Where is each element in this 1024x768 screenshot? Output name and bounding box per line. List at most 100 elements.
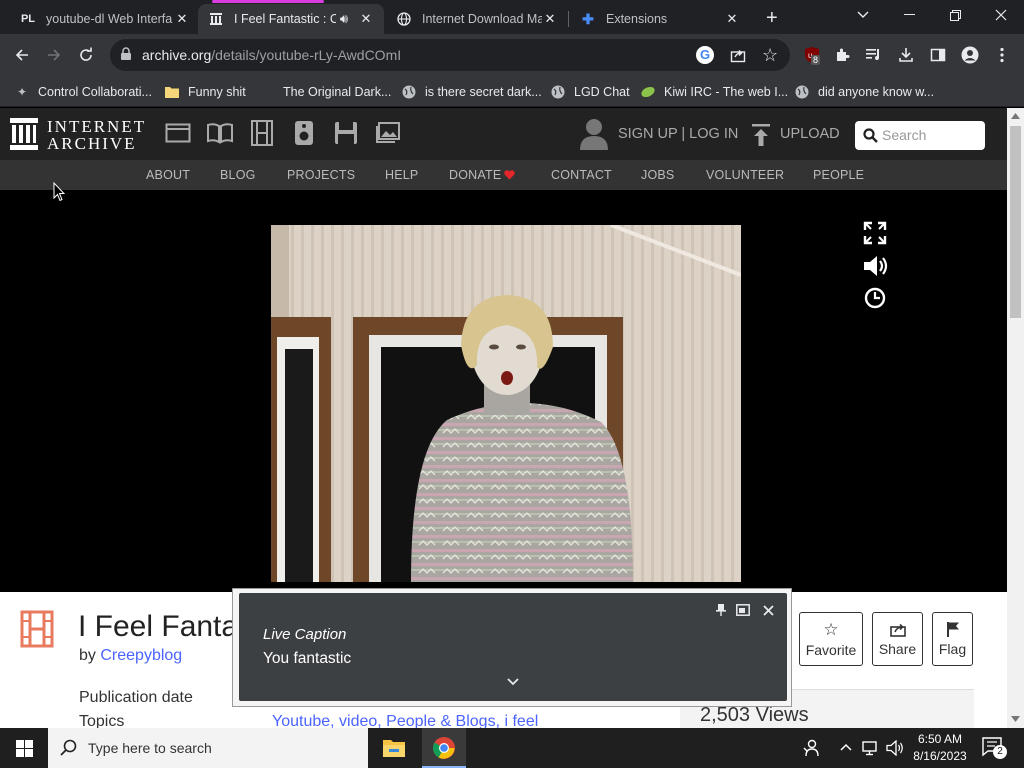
bookmark-label: is there secret dark... xyxy=(425,85,542,99)
reload-icon[interactable] xyxy=(74,43,98,67)
forward-icon[interactable] xyxy=(42,43,66,67)
pl-favicon-icon: PL xyxy=(20,13,36,25)
window-close-icon[interactable] xyxy=(978,0,1024,30)
media-controls-icon[interactable] xyxy=(862,43,886,67)
mouse-cursor-icon xyxy=(53,182,65,202)
speaker-icon[interactable]: 🔊︎ xyxy=(336,11,352,27)
download-icon[interactable] xyxy=(894,43,918,67)
clock-icon[interactable] xyxy=(864,287,886,309)
taskbar-search-input[interactable]: Type here to search xyxy=(88,740,212,756)
system-clock[interactable]: 6:50 AM 8/16/2023 xyxy=(910,731,970,765)
bookmark-label: Funny shit xyxy=(188,85,246,99)
search-icon xyxy=(60,739,77,756)
nav-people[interactable]: PEOPLE xyxy=(813,168,864,182)
share-button[interactable]: Share xyxy=(872,612,923,666)
nav-volunteer[interactable]: VOLUNTEER xyxy=(706,168,784,182)
tab-youtube-dl[interactable]: PL youtube-dl Web Interfa ✕ xyxy=(10,4,200,34)
video-player[interactable] xyxy=(0,190,1007,592)
nav-projects[interactable]: PROJECTS xyxy=(287,168,355,182)
search-icon xyxy=(863,128,878,143)
menu-kebab-icon[interactable] xyxy=(990,43,1014,67)
tab-i-feel-fantastic[interactable]: I Feel Fantastic : Cr 🔊︎ ✕ xyxy=(198,4,384,34)
bookmark-secret-dark[interactable]: is there secret dark... xyxy=(401,82,542,102)
nav-contact[interactable]: CONTACT xyxy=(551,168,612,182)
signup-login-link[interactable]: SIGN UP | LOG IN xyxy=(618,126,738,142)
tab-search-chevron-icon[interactable] xyxy=(840,0,886,30)
page-scrollbar[interactable] xyxy=(1007,108,1024,728)
live-caption-panel[interactable]: Live Caption You fantastic xyxy=(239,593,787,701)
pin-icon[interactable] xyxy=(716,603,726,617)
images-icon[interactable] xyxy=(375,120,401,146)
texts-book-icon[interactable] xyxy=(207,120,233,146)
new-tab-icon[interactable]: + xyxy=(766,7,778,30)
audio-speaker-icon[interactable] xyxy=(291,120,317,146)
windows-start-icon[interactable] xyxy=(16,740,33,757)
bookmark-label: LGD Chat xyxy=(574,85,630,99)
back-icon[interactable] xyxy=(10,43,34,67)
nav-about[interactable]: ABOUT xyxy=(146,168,190,182)
bookmark-funny-shit[interactable]: Funny shit xyxy=(164,82,246,102)
author-link[interactable]: Creepyblog xyxy=(100,647,182,664)
file-explorer-icon[interactable] xyxy=(383,738,405,758)
people-icon[interactable] xyxy=(803,739,819,757)
tab-title: Internet Download Ma xyxy=(422,12,542,26)
profile-avatar-icon[interactable] xyxy=(958,43,982,67)
share-page-icon[interactable] xyxy=(730,47,746,68)
video-film-icon[interactable] xyxy=(249,120,275,146)
bookmark-control-collaboration[interactable]: ✦ Control Collaborati... xyxy=(14,82,152,102)
scroll-thumb[interactable] xyxy=(1010,126,1021,318)
nav-blog[interactable]: BLOG xyxy=(220,168,256,182)
close-icon[interactable]: ✕ xyxy=(724,11,740,27)
ublock-icon[interactable]: u 8 xyxy=(800,43,824,67)
url-host: archive.org xyxy=(142,47,212,63)
bookmark-original-dark[interactable]: The Original Dark... xyxy=(283,82,391,102)
ia-search-box[interactable]: Search xyxy=(855,121,985,150)
flag-button[interactable]: Flag xyxy=(932,612,973,666)
lock-icon[interactable] xyxy=(120,47,132,66)
nav-jobs[interactable]: JOBS xyxy=(641,168,674,182)
tab-internet-download-manager[interactable]: Internet Download Ma ✕ xyxy=(386,4,568,34)
ia-search-input[interactable]: Search xyxy=(882,127,926,143)
taskbar-search-box[interactable]: Type here to search xyxy=(48,728,368,768)
fullscreen-icon[interactable] xyxy=(863,221,887,245)
speaker-icon[interactable] xyxy=(886,740,904,756)
bookmark-lgd-chat[interactable]: LGD Chat xyxy=(550,82,630,102)
close-icon[interactable]: ✕ xyxy=(358,11,374,27)
user-avatar-icon[interactable] xyxy=(580,118,608,150)
extensions-puzzle-icon[interactable] xyxy=(830,43,854,67)
bookmark-kiwi-irc[interactable]: Kiwi IRC - The web I... xyxy=(640,82,788,102)
ia-header: INTERNET ARCHIVE SIGN UP | LOG IN UPLOAD… xyxy=(0,108,1007,160)
side-panel-icon[interactable] xyxy=(926,43,950,67)
bookmark-label: Control Collaborati... xyxy=(38,85,152,99)
nav-donate[interactable]: DONATE xyxy=(449,168,501,182)
upload-link[interactable]: UPLOAD xyxy=(780,126,840,142)
web-icon[interactable] xyxy=(165,120,191,146)
video-frame[interactable] xyxy=(271,225,741,582)
close-icon[interactable]: ✕ xyxy=(174,11,190,27)
address-bar[interactable]: archive.org/details/youtube-rLy-AwdCOmI … xyxy=(110,39,790,71)
favorite-button[interactable]: ☆ Favorite xyxy=(799,612,863,666)
close-icon[interactable]: ✕ xyxy=(542,11,558,27)
nav-help[interactable]: HELP xyxy=(385,168,418,182)
expand-window-icon[interactable] xyxy=(736,604,750,616)
url-text: archive.org/details/youtube-rLy-AwdCOmI xyxy=(142,47,401,63)
scroll-down-icon[interactable] xyxy=(1011,716,1020,722)
upload-icon[interactable] xyxy=(751,124,771,146)
tab-extensions[interactable]: ✚ Extensions ✕ xyxy=(570,4,750,34)
volume-icon[interactable] xyxy=(862,254,890,278)
minimize-icon[interactable] xyxy=(886,0,932,30)
network-icon[interactable] xyxy=(862,740,880,756)
chevron-up-icon[interactable] xyxy=(840,743,852,751)
bookmark-star-icon[interactable]: ☆ xyxy=(762,45,778,66)
google-lens-icon[interactable]: G xyxy=(696,46,714,64)
bookmark-did-anyone-know[interactable]: did anyone know w... xyxy=(794,82,934,102)
ia-logo[interactable]: INTERNET ARCHIVE xyxy=(10,118,144,155)
software-floppy-icon[interactable] xyxy=(333,120,359,146)
scroll-up-icon[interactable] xyxy=(1011,113,1020,119)
share-icon xyxy=(889,623,906,637)
restore-icon[interactable] xyxy=(932,0,978,30)
close-icon[interactable] xyxy=(763,605,774,616)
notifications-button[interactable]: 2 xyxy=(982,737,1007,762)
chevron-down-icon[interactable] xyxy=(507,678,519,686)
chrome-taskbar-button[interactable] xyxy=(422,728,466,768)
